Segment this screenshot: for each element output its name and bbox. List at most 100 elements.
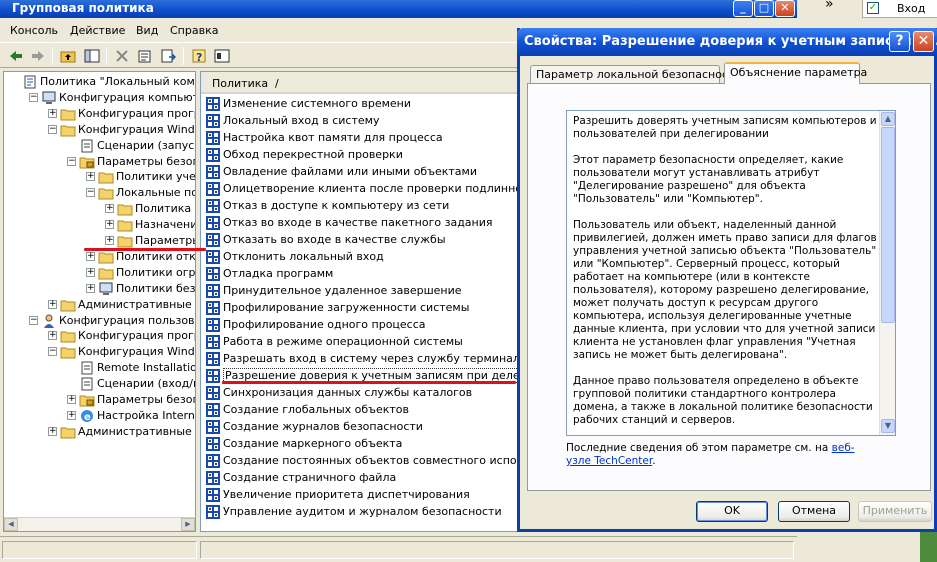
scroll-down-icon[interactable]: ▼ (881, 419, 895, 433)
policy-list-item[interactable]: Отладка программ (205, 266, 517, 283)
main-title-bar[interactable]: Групповая политика _ □ ✕ (0, 0, 797, 18)
expand-icon[interactable]: + (48, 108, 57, 118)
help-icon[interactable]: ? (191, 48, 207, 64)
minimize-button[interactable]: _ (733, 0, 753, 17)
cancel-button[interactable]: Отмена (778, 501, 850, 522)
expand-icon[interactable]: + (86, 267, 95, 277)
policy-list-item[interactable]: Создание постоянных объектов совместного… (205, 453, 517, 470)
tab-explain[interactable]: Объяснение параметра (724, 62, 867, 84)
expand-icon[interactable]: + (105, 204, 114, 214)
expand-icon[interactable]: + (48, 299, 57, 309)
policy-list-item[interactable]: Управление аудитом и журналом безопаснос… (205, 504, 517, 521)
policy-list-item[interactable]: Профилирование одного процесса (205, 317, 517, 334)
policy-list-item[interactable]: Работа в режиме операционной системы (205, 334, 517, 351)
tree-item[interactable]: + Конфигурация программ (4, 328, 195, 344)
policy-list-item[interactable]: Обход перекрестной проверки (205, 147, 517, 164)
scroll-thumb[interactable] (881, 127, 895, 323)
policy-list-item[interactable]: Отклонить локальный вход (205, 249, 517, 266)
policy-list-item[interactable]: Принудительное удаленное завершение (205, 283, 517, 300)
policy-list-item[interactable]: Создание маркерного объекта (205, 436, 517, 453)
tree-item[interactable]: − Конфигурация Windows (4, 344, 195, 360)
scroll-up-icon[interactable]: ▲ (881, 112, 895, 126)
policy-list-item[interactable]: Изменение системного времени (205, 96, 517, 113)
expand-icon[interactable]: + (67, 410, 76, 420)
back-arrow-icon[interactable] (8, 48, 24, 64)
tree-item[interactable]: − Конфигурация компьютера (4, 90, 195, 106)
expand-icon[interactable]: + (48, 331, 57, 341)
forward-arrow-icon[interactable] (30, 48, 46, 64)
expand-icon[interactable]: + (105, 236, 114, 245)
maximize-button[interactable]: □ (754, 0, 774, 17)
tree-item[interactable]: + Политики безопас (4, 281, 195, 297)
policy-list-item[interactable]: Создание страничного файла (205, 470, 517, 487)
close-button[interactable]: ✕ (775, 0, 795, 17)
tree-item[interactable]: − Локальные полит (4, 185, 195, 201)
tree-item[interactable]: + Политика ауд (4, 201, 195, 217)
tree-item[interactable]: + Параметры бе (4, 233, 195, 249)
policy-list-item[interactable]: Увеличение приоритета диспетчирования (205, 487, 517, 504)
explanation-textbox[interactable]: Разрешить доверять учетным записям компь… (566, 110, 896, 436)
console-view-icon[interactable] (214, 48, 230, 64)
dialog-title-bar[interactable]: Свойства: Разрешение доверия к учетным з… (517, 28, 937, 56)
tree-item[interactable]: − Конфигурация пользователя (4, 313, 195, 329)
menu-view[interactable]: Вид (136, 24, 158, 37)
dialog-close-button[interactable]: ✕ (913, 31, 934, 52)
policy-list-item[interactable]: Отказ во входе в качестве пакетного зада… (205, 215, 517, 232)
show-hide-tree-icon[interactable] (84, 48, 100, 64)
expand-icon[interactable]: + (86, 283, 95, 293)
tree-item[interactable]: + Параметры безопаснос (4, 392, 195, 408)
policy-list-item[interactable]: Настройка квот памяти для процесса (205, 130, 517, 147)
menu-help[interactable]: Справка (170, 24, 218, 37)
tree-item[interactable]: + Политики учетны (4, 169, 195, 185)
menu-action[interactable]: Действие (70, 24, 125, 37)
tree-item[interactable]: + e Настройка Internet Ex (4, 408, 195, 424)
policy-list-item[interactable]: Овладение файлами или иными объектами (205, 164, 517, 181)
export-list-icon[interactable] (160, 48, 176, 64)
scroll-right-icon[interactable]: ▶ (181, 518, 195, 531)
collapse-icon[interactable]: − (29, 315, 38, 325)
policy-list-item[interactable]: Синхронизация данных службы каталогов (205, 385, 517, 402)
expand-icon[interactable]: + (86, 251, 95, 261)
tree-item[interactable]: Remote Installation Ser (4, 360, 195, 376)
tree-item[interactable]: Сценарии (вход/выхо (4, 376, 195, 392)
collapse-icon[interactable]: − (48, 347, 57, 357)
properties-icon[interactable] (137, 48, 153, 64)
tree-item[interactable]: − Конфигурация Windows (4, 122, 195, 138)
apply-button[interactable]: Применить (858, 501, 932, 522)
collapse-icon[interactable]: − (67, 156, 76, 166)
policy-list-item[interactable]: Отказ в доступе к компьютеру из сети (205, 198, 517, 215)
checkbox-icon[interactable]: ✓ (867, 2, 879, 14)
collapse-icon[interactable]: − (86, 188, 95, 198)
policy-list-item[interactable]: Создание журналов безопасности (205, 419, 517, 436)
policy-list-item[interactable]: Локальный вход в систему (205, 113, 517, 130)
policy-list-item[interactable]: Отказать во входе в качестве службы (205, 232, 517, 249)
tree-item[interactable]: + Административные шабл (4, 297, 195, 313)
menu-console[interactable]: Консоль (10, 24, 58, 37)
tree-item[interactable]: + Конфигурация программ (4, 106, 195, 122)
explanation-scrollbar[interactable]: ▲ ▼ (879, 111, 895, 435)
scroll-left-icon[interactable]: ◀ (4, 518, 18, 531)
up-folder-icon[interactable] (60, 48, 76, 64)
expand-icon[interactable]: + (67, 395, 76, 404)
collapse-icon[interactable]: − (48, 124, 57, 134)
collapse-icon[interactable]: − (29, 92, 38, 102)
tree-item[interactable]: Сценарии (запуск/заве (4, 138, 195, 154)
policy-list-item[interactable]: Разрешать вход в систему через службу те… (205, 351, 517, 368)
column-header-policy[interactable]: Политика / (201, 72, 517, 94)
policy-list-item[interactable]: Создание глобальных объектов (205, 402, 517, 419)
ok-button[interactable]: OK (696, 501, 768, 522)
policy-list-item[interactable]: Профилирование загруженности системы (205, 300, 517, 317)
expand-icon[interactable]: + (86, 172, 95, 182)
tree-item[interactable]: + Политики огранич (4, 265, 195, 281)
tree-item[interactable]: + Административные шабл (4, 424, 195, 440)
policy-list-item[interactable]: Олицетворение клиента после проверки под… (205, 181, 517, 198)
tree-horizontal-scrollbar[interactable]: ◀ ▶ (4, 517, 195, 531)
tree-item[interactable]: − Параметры безопаснос (4, 154, 195, 170)
tree-item[interactable]: + Назначение пр (4, 217, 195, 233)
tree-item[interactable]: + Политики открыт (4, 249, 195, 265)
help-button[interactable]: ? (889, 31, 910, 52)
tree-item[interactable]: Политика "Локальный компьюте (4, 74, 195, 90)
tab-local-security-setting[interactable]: Параметр локальной безопасности (530, 65, 742, 83)
expand-icon[interactable]: + (48, 426, 57, 436)
delete-icon[interactable] (114, 48, 130, 64)
